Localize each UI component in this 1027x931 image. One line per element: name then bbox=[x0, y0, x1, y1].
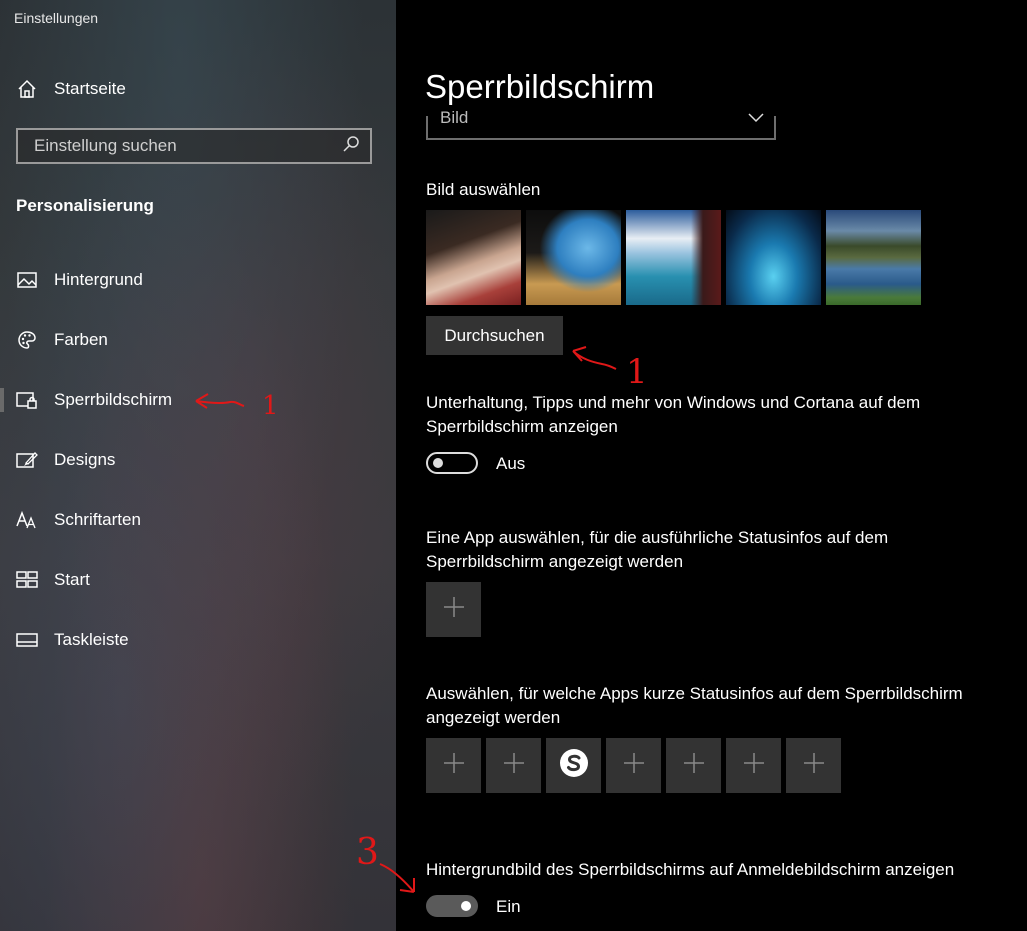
home-link[interactable]: Startseite bbox=[16, 78, 126, 100]
quick-status-add-button[interactable] bbox=[606, 738, 661, 793]
detailed-status-label-line1: Eine App auswählen, für die ausführliche… bbox=[426, 528, 889, 547]
window-title: Einstellungen bbox=[14, 10, 99, 26]
choose-picture-label: Bild auswählen bbox=[426, 180, 541, 199]
search-box[interactable] bbox=[16, 128, 372, 164]
signin-background-toggle[interactable] bbox=[426, 895, 478, 917]
sidebar-item-label: Schriftarten bbox=[54, 510, 141, 529]
detailed-status-label-line2: Sperrbildschirm angezeigt werden bbox=[426, 552, 684, 571]
quick-status-add-button[interactable] bbox=[486, 738, 541, 793]
palette-icon bbox=[16, 329, 38, 351]
quick-status-add-button[interactable] bbox=[786, 738, 841, 793]
sidebar-item-label: Taskleiste bbox=[54, 630, 129, 649]
quick-status-tiles bbox=[426, 738, 841, 793]
chevron-down-icon bbox=[748, 110, 764, 128]
taskbar-icon bbox=[16, 629, 38, 651]
home-label: Startseite bbox=[54, 79, 126, 98]
sidebar-item-label: Farben bbox=[54, 330, 108, 349]
sidebar: Einstellungen Startseite Personalisierun… bbox=[0, 0, 396, 931]
quick-status-add-button[interactable] bbox=[426, 738, 481, 793]
signin-background-label: Hintergrundbild des Sperrbildschirms auf… bbox=[426, 860, 955, 879]
quick-status-add-button[interactable] bbox=[666, 738, 721, 793]
sidebar-item-designs[interactable]: Designs bbox=[0, 430, 396, 490]
thumbnail-sleeping-kitten[interactable] bbox=[426, 210, 521, 305]
sidebar-item-label: Sperrbildschirm bbox=[54, 390, 173, 409]
search-input[interactable] bbox=[32, 135, 336, 157]
sidebar-item-schriftarten[interactable]: Schriftarten bbox=[0, 490, 396, 550]
sidebar-item-label: Designs bbox=[54, 450, 116, 469]
tips-toggle-label-line1: Unterhaltung, Tipps und mehr von Windows… bbox=[426, 393, 921, 412]
sidebar-item-hintergrund[interactable]: Hintergrund bbox=[0, 250, 396, 310]
plus-icon bbox=[443, 752, 465, 779]
signin-background-toggle-state: Ein bbox=[496, 897, 521, 916]
detailed-status-add-button[interactable] bbox=[426, 582, 481, 637]
plus-icon bbox=[503, 752, 525, 779]
thumbnail-beach-cave[interactable] bbox=[526, 210, 621, 305]
browse-button[interactable]: Durchsuchen bbox=[426, 316, 563, 355]
picture-icon bbox=[16, 269, 38, 291]
page-title: Sperrbildschirm bbox=[425, 68, 655, 105]
fonts-icon bbox=[16, 509, 38, 531]
sidebar-item-sperrbildschirm[interactable]: Sperrbildschirm bbox=[0, 370, 396, 430]
lock-screen-icon bbox=[16, 389, 38, 411]
themes-icon bbox=[16, 449, 38, 471]
quick-status-label-line1: Auswählen, für welche Apps kurze Statusi… bbox=[426, 684, 963, 703]
sidebar-item-farben[interactable]: Farben bbox=[0, 310, 396, 370]
plus-icon bbox=[683, 752, 705, 779]
start-icon bbox=[16, 569, 38, 591]
main-content: Sperrbildschirm Bild Bild auswählen Durc… bbox=[396, 0, 1027, 931]
background-dropdown[interactable]: Bild bbox=[426, 108, 776, 140]
sidebar-item-taskleiste[interactable]: Taskleiste bbox=[0, 610, 396, 670]
sidebar-item-start[interactable]: Start bbox=[0, 550, 396, 610]
tips-toggle-label-line2: Sperrbildschirm anzeigen bbox=[426, 417, 618, 436]
tips-toggle-state: Aus bbox=[496, 454, 526, 473]
skype-icon bbox=[557, 746, 591, 785]
thumbnail-ocean-window[interactable] bbox=[626, 210, 721, 305]
nav-list: Hintergrund Farben Sperrbildschirm Desig… bbox=[0, 250, 396, 670]
quick-status-label-line2: angezeigt werden bbox=[426, 708, 561, 727]
toggle-knob bbox=[433, 458, 443, 468]
picture-thumbnails bbox=[426, 210, 921, 305]
quick-status-add-button[interactable] bbox=[726, 738, 781, 793]
sidebar-item-label: Start bbox=[54, 570, 90, 589]
section-title: Personalisierung bbox=[16, 196, 154, 215]
sidebar-item-label: Hintergrund bbox=[54, 270, 143, 289]
dropdown-value: Bild bbox=[440, 108, 469, 127]
tips-toggle[interactable] bbox=[426, 452, 478, 474]
quick-status-skype-app[interactable] bbox=[546, 738, 601, 793]
plus-icon bbox=[443, 596, 465, 623]
plus-icon bbox=[743, 752, 765, 779]
search-icon[interactable] bbox=[342, 135, 360, 158]
thumbnail-mountain-lake[interactable] bbox=[826, 210, 921, 305]
toggle-knob bbox=[461, 901, 471, 911]
plus-icon bbox=[623, 752, 645, 779]
home-icon bbox=[16, 78, 38, 100]
plus-icon bbox=[803, 752, 825, 779]
thumbnail-ice-cave[interactable] bbox=[726, 210, 821, 305]
